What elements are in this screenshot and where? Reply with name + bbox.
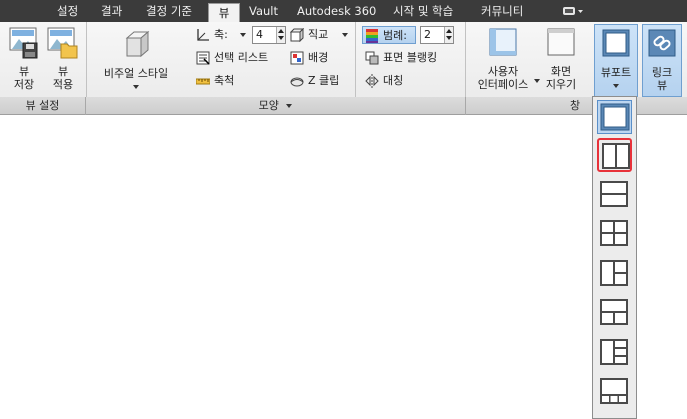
viewport-two-vertical-icon [602,143,630,169]
ortho-icon [289,27,305,43]
viewport-three-left-large-icon [600,260,628,286]
ortho-dropdown[interactable]: 직교 [289,26,352,44]
clear-screen-button[interactable]: 화면 지우기 [540,25,582,95]
viewport-four-left-large-icon [600,339,628,365]
viewport-layout-two-vertical[interactable] [597,138,632,172]
ribbon-tab-bar: 설정 결과 결정 기준 뷰 Vault Autodesk 360 시작 및 학습… [0,0,687,22]
ribbon-group-labels: 뷰 설정 모양 창 [0,97,687,115]
ruler-button[interactable]: 축척 [195,72,256,90]
viewport-layout-single[interactable] [597,100,632,134]
apply-view-button[interactable]: 뷰 적용 [44,25,82,95]
viewport-button[interactable]: 뷰포트 [594,24,638,97]
group-label-appearance[interactable]: 모양 [86,97,466,115]
tab-results[interactable]: 결과 [101,0,122,22]
viewport-layout-four-bottom-small[interactable] [597,375,632,409]
z-clip-button[interactable]: Z 클립 [290,72,350,90]
axis-icon [196,28,210,42]
background-icon [290,51,304,65]
viewport-four-bottom-small-icon [600,378,628,404]
z-clip-icon [290,74,304,88]
visual-style-button[interactable]: 비주얼 스타일 [94,25,178,95]
chevron-down-icon [342,33,348,37]
legend-count-spinner[interactable]: 2 [420,26,454,44]
viewport-layout-three-left-large[interactable] [597,257,632,291]
symmetry-button[interactable]: 대칭 [365,72,425,90]
viewport-two-horizontal-icon [600,181,628,207]
viewport-single-icon [600,103,630,131]
save-view-icon [9,27,39,62]
viewport-layout-four-left-large[interactable] [597,336,632,370]
tab-view[interactable]: 뷰 [208,3,240,22]
tab-settings[interactable]: 설정 [57,0,78,22]
user-interface-button[interactable]: 사용자 인터페이스 [470,25,540,95]
spinner-arrows-icon[interactable] [444,27,453,43]
surface-blanking-icon [365,51,379,65]
tab-getting-started[interactable]: 시작 및 학습 [393,0,453,22]
ruler-icon [195,74,211,88]
surface-blanking-button[interactable]: 표면 블랭킹 [365,49,455,67]
tab-decision-criteria[interactable]: 결정 기준 [146,0,192,22]
clear-screen-icon [546,27,576,60]
axis-count-spinner[interactable]: 4 [252,26,286,44]
viewport-layout-four-grid[interactable] [597,217,632,251]
tab-community[interactable]: 커뮤니티 [481,0,523,22]
select-list-icon [196,51,210,65]
link-view-button[interactable]: 링크 뷰 [642,24,682,97]
chevron-down-icon [613,84,619,88]
viewport-icon [602,29,630,60]
group-label-window: 창 [569,99,581,112]
cube-icon [121,29,151,62]
tab-vault[interactable]: Vault [249,0,278,22]
symmetry-icon [365,74,379,88]
background-button[interactable]: 배경 [290,49,350,67]
user-interface-icon [488,27,518,60]
viewport-layout-two-horizontal[interactable] [597,178,632,212]
select-list-button[interactable]: 선택 리스트 [196,49,286,67]
spinner-arrows-icon[interactable] [276,27,285,43]
legend-toggle[interactable]: 범례: [362,26,416,44]
save-view-button[interactable]: 뷰 저장 [6,25,42,95]
panel-toggle-icon[interactable] [562,5,583,17]
link-icon [648,29,676,60]
group-label-view-settings: 뷰 설정 [0,97,86,115]
chevron-down-icon [286,104,293,108]
viewport-layout-dropdown [592,96,637,419]
viewport-four-grid-icon [600,220,628,246]
axis-dropdown[interactable]: 축: [196,26,252,44]
apply-view-icon [47,27,79,62]
viewport-three-top-large-icon [600,299,628,325]
chevron-down-icon [240,33,246,37]
viewport-layout-three-top-large[interactable] [597,296,632,330]
chevron-down-icon [133,85,139,89]
legend-icon [366,29,380,43]
tab-autodesk-360[interactable]: Autodesk 360 [297,0,376,22]
